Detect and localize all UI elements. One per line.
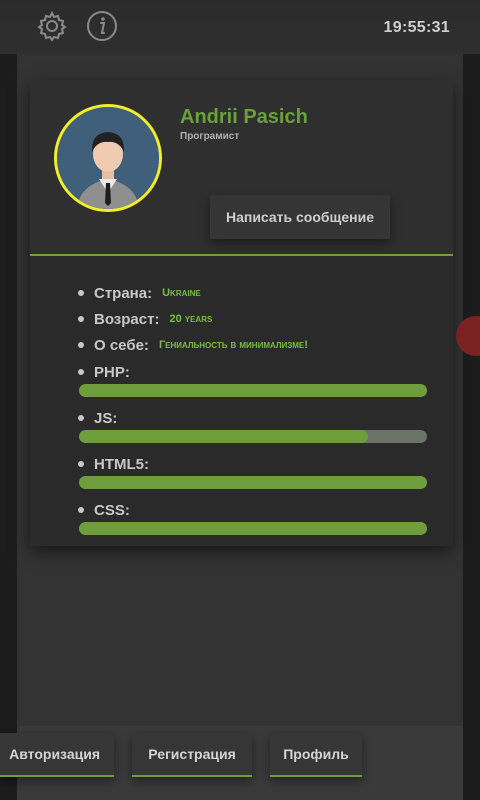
skill-bar-php <box>79 384 427 397</box>
skill-label: JS: <box>94 409 118 427</box>
profile-header: Andrii Pasich Програмист Написать сообще… <box>30 80 453 256</box>
send-message-button[interactable]: Написать сообщение <box>210 195 390 239</box>
screen-edge-right <box>463 0 480 800</box>
login-button[interactable]: Авторизация <box>0 733 114 777</box>
detail-label: О себе: <box>94 336 149 354</box>
skill-label: PHP: <box>94 363 130 381</box>
avatar-person-icon <box>57 107 159 209</box>
status-clock: 19:55:31 <box>383 19 450 36</box>
skill-label: HTML5: <box>94 455 149 473</box>
bullet <box>78 507 84 513</box>
skill-bar-fill <box>79 522 427 535</box>
skill-bar-fill <box>79 476 427 489</box>
top-bar: 19:55:31 <box>0 0 480 54</box>
skill-bar-fill <box>79 430 368 443</box>
skill-php: PHP: <box>78 360 438 384</box>
skill-css: CSS: <box>78 498 438 522</box>
skill-bar-css <box>79 522 427 535</box>
detail-age: Возраст: 20 years <box>78 306 438 332</box>
detail-country: Страна: Ukraine <box>78 280 438 306</box>
detail-label: Возраст: <box>94 310 160 328</box>
skill-label: CSS: <box>94 501 130 519</box>
gear-icon[interactable] <box>36 10 68 42</box>
skill-bar-js <box>79 430 427 443</box>
detail-value: Гениальность в минимализме! <box>158 339 308 351</box>
bullet <box>78 342 84 348</box>
profile-button[interactable]: Профиль <box>270 733 362 777</box>
detail-label: Страна: <box>94 284 153 302</box>
bullet <box>78 461 84 467</box>
bullet <box>78 316 84 322</box>
avatar <box>54 104 162 212</box>
profile-role: Програмист <box>180 131 240 142</box>
skill-bar-fill <box>79 384 427 397</box>
skill-html5: HTML5: <box>78 452 438 476</box>
profile-card: Andrii Pasich Програмист Написать сообще… <box>30 80 453 546</box>
detail-value: 20 years <box>169 313 213 325</box>
detail-value: Ukraine <box>162 287 201 299</box>
register-button[interactable]: Регистрация <box>132 733 252 777</box>
info-icon[interactable] <box>86 10 118 42</box>
screen-edge-left <box>0 0 17 800</box>
bullet <box>78 290 84 296</box>
profile-name: Andrii Pasich <box>180 106 308 128</box>
bullet <box>78 369 84 375</box>
detail-about: О себе: Гениальность в минимализме! <box>78 332 438 358</box>
bullet <box>78 415 84 421</box>
profile-details: Страна: Ukraine Возраст: 20 years О себе… <box>78 280 438 544</box>
skill-bar-html5 <box>79 476 427 489</box>
skill-js: JS: <box>78 406 438 430</box>
